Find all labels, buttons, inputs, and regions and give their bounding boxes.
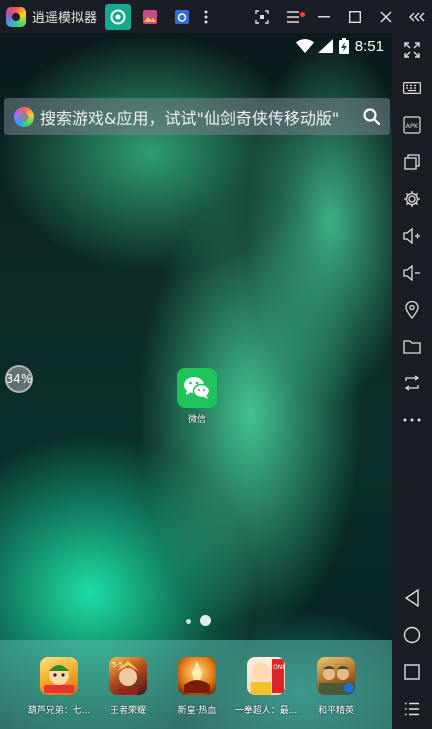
status-time: 8:51 (354, 37, 384, 55)
tab-camera[interactable] (169, 4, 195, 30)
search-bar[interactable]: 搜索游戏&应用，试试"仙剑奇侠传移动版" (4, 98, 390, 135)
close-icon[interactable] (370, 6, 401, 28)
dock: 葫芦兄弟：七... 5·5 王者荣耀 新皇·热血 ONE 一拳超人：最... 和… (0, 640, 392, 729)
dock-app-new-emperor[interactable]: 新皇·热血 (162, 657, 232, 716)
dock-app-one-punch-man[interactable]: ONE 一拳超人：最... (231, 657, 301, 716)
page-indicator-2-active[interactable] (200, 615, 211, 626)
svg-text:ONE: ONE (273, 664, 285, 671)
tab-gallery[interactable] (137, 4, 163, 30)
more-vertical-icon[interactable] (195, 6, 217, 28)
dock-label: 新皇·热血 (177, 706, 217, 716)
dock-app-peace-elite[interactable]: 和平精英 (301, 657, 371, 716)
list-menu-icon[interactable] (392, 695, 432, 723)
shared-folder-icon[interactable] (392, 333, 432, 361)
widget-percent: 34% (5, 372, 33, 386)
app-store-logo-icon (14, 106, 34, 127)
search-icon[interactable] (362, 107, 382, 127)
dock-label: 和平精英 (317, 706, 354, 716)
fullscreen-icon[interactable] (392, 36, 432, 64)
rotate-screen-icon[interactable] (392, 369, 432, 397)
install-apk-icon[interactable]: APK (392, 111, 432, 139)
more-options-icon[interactable] (392, 406, 432, 434)
emulator-window: 逍遥模拟器 8:51 搜索游戏&应用，试试"仙剑奇侠传移动版" 34% 微信 葫… (0, 0, 432, 729)
dock-label: 王者荣耀 (109, 706, 146, 716)
menu-icon[interactable] (277, 6, 308, 28)
cellular-signal-icon (317, 39, 333, 53)
wifi-icon (295, 39, 314, 53)
title-bar: 逍遥模拟器 (0, 0, 432, 33)
dock-app-calabash-brothers[interactable]: 葫芦兄弟：七... (24, 657, 94, 716)
one-punch-man-game-icon: ONE (247, 657, 285, 695)
screenshot-icon[interactable] (246, 6, 277, 28)
calabash-brothers-game-icon (40, 657, 78, 695)
dock-label: 葫芦兄弟：七... (27, 706, 91, 716)
settings-gear-icon[interactable] (392, 185, 432, 213)
honor-of-kings-game-icon: 5·5 (109, 657, 147, 695)
volume-down-icon[interactable] (392, 259, 432, 287)
camera-app-icon (175, 9, 190, 24)
notification-dot (300, 11, 305, 17)
page-indicator-1[interactable] (186, 619, 191, 624)
status-bar: 8:51 (0, 33, 392, 59)
maximize-icon[interactable] (339, 6, 370, 28)
tab-home[interactable] (105, 3, 132, 30)
multi-instance-icon[interactable] (392, 148, 432, 176)
app-label: 微信 (187, 415, 206, 425)
right-toolbar: APK (392, 33, 432, 729)
dock-app-honor-of-kings[interactable]: 5·5 王者荣耀 (93, 657, 163, 716)
svg-text:5·5: 5·5 (112, 661, 123, 669)
home-tab-icon (110, 9, 126, 24)
minimize-icon[interactable] (308, 6, 339, 28)
app-title: 逍遥模拟器 (32, 11, 98, 26)
memu-logo-icon (6, 6, 26, 27)
wechat-icon (177, 368, 217, 408)
battery-charging-icon (338, 38, 349, 54)
android-screen: 8:51 搜索游戏&应用，试试"仙剑奇侠传移动版" 34% 微信 葫芦兄弟：七.… (0, 33, 392, 729)
volume-up-icon[interactable] (392, 222, 432, 250)
android-back-icon[interactable] (392, 584, 432, 612)
peace-elite-game-icon (317, 657, 355, 695)
dock-label: 一拳超人：最... (234, 706, 298, 716)
svg-text:APK: APK (406, 122, 419, 130)
search-input[interactable]: 搜索游戏&应用，试试"仙剑奇侠传移动版" (40, 105, 352, 129)
new-emperor-game-icon (178, 657, 216, 695)
keyboard-mapping-icon[interactable] (392, 74, 432, 102)
android-recents-icon[interactable] (392, 658, 432, 686)
home-app-wechat[interactable]: 微信 (177, 368, 217, 425)
collapse-sidebar-icon[interactable] (401, 6, 432, 28)
floating-ball-widget[interactable]: 34% (5, 365, 33, 393)
android-home-icon[interactable] (392, 621, 432, 649)
location-pin-icon[interactable] (392, 296, 432, 324)
gallery-app-icon (143, 9, 158, 24)
